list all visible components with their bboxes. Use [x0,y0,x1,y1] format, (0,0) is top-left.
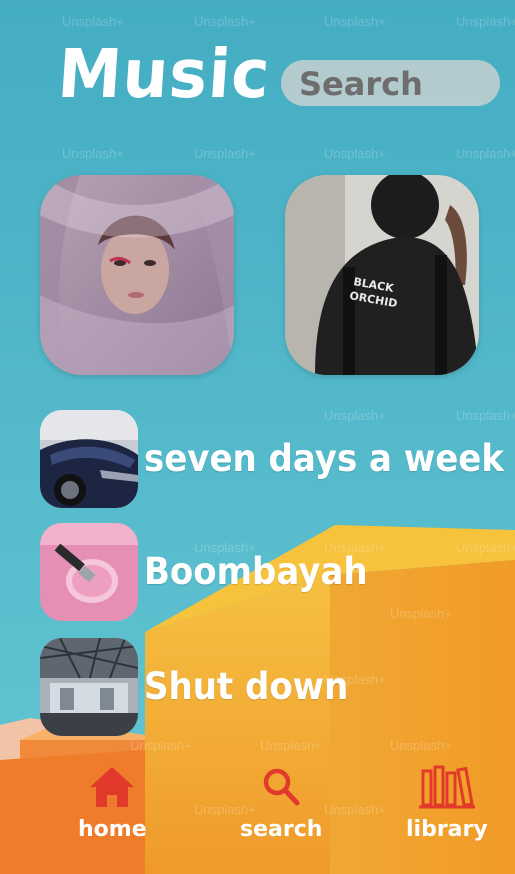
nav-search-label: search [240,817,323,842]
nav-home[interactable]: home [78,763,147,842]
paint-brush-thumbnail [40,523,138,621]
watermark-text: Unsplash+ [324,146,386,161]
song-title: seven days a week [144,437,504,481]
watermark-text: Unsplash+ [456,14,515,29]
shirt-image: BLACK ORCHID [285,175,479,375]
watermark-text: Unsplash+ [324,14,386,29]
featured-card-black-orchid-shirt[interactable]: BLACK ORCHID [285,175,479,375]
bottom-nav: home search library [0,755,515,874]
list-item[interactable]: seven days a week [40,410,504,508]
list-item[interactable]: Shut down [40,638,348,736]
watermark-text: Unsplash+ [456,540,515,555]
song-title: Shut down [144,665,349,709]
watermark-text: Unsplash+ [456,146,515,161]
watermark-text: Unsplash+ [390,738,452,753]
nav-search[interactable]: search [240,763,322,842]
nav-library[interactable]: library [406,763,488,842]
watermark-text: Unsplash+ [194,146,256,161]
portrait-image [40,175,234,375]
search-icon [263,768,300,806]
watermark-text: Unsplash+ [62,146,124,161]
search-input[interactable] [297,60,488,108]
search-bar[interactable] [281,60,500,108]
building-interior-thumbnail [40,638,138,736]
watermark-text: Unsplash+ [62,14,124,29]
sports-car-thumbnail [40,410,138,508]
watermark-text: Unsplash+ [390,606,452,621]
library-icon [418,765,475,809]
nav-home-label: home [78,817,147,842]
watermark-text: Unsplash+ [194,14,256,29]
song-title: Boombayah [144,550,368,594]
home-icon [90,767,135,807]
featured-card-portrait-veil[interactable] [40,175,234,375]
watermark-text: Unsplash+ [260,738,322,753]
nav-library-label: library [406,817,488,842]
watermark-text: Unsplash+ [130,738,192,753]
page-title: Music [55,36,273,114]
list-item[interactable]: Boombayah [40,523,368,621]
